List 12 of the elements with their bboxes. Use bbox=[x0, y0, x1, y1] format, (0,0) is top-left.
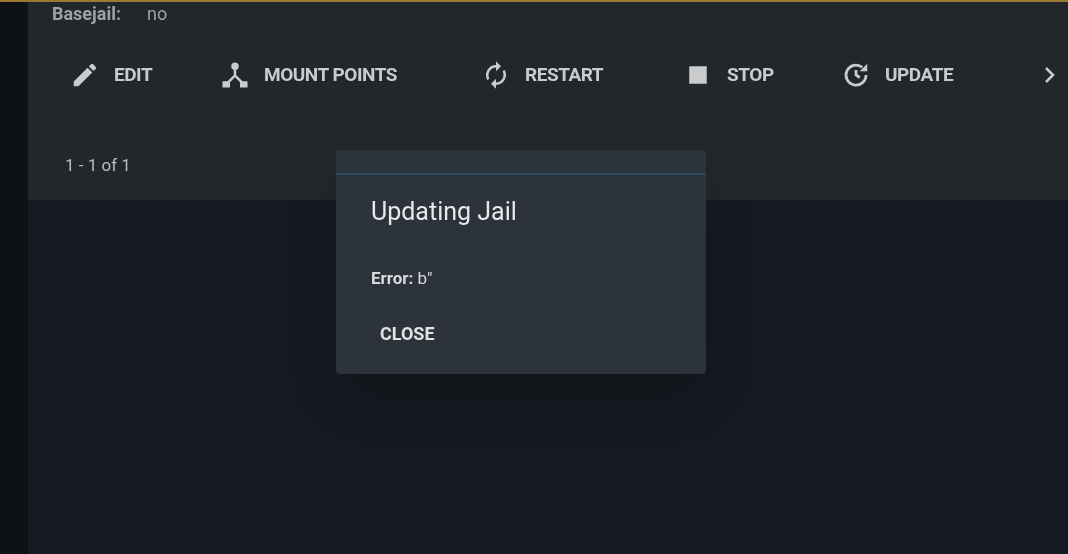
toolbar-button[interactable]: MOUNT POINTS bbox=[220, 60, 398, 90]
detail-label: Basejail: bbox=[52, 3, 121, 25]
dialog-title: Updating Jail bbox=[371, 197, 517, 226]
branch-nodes-icon bbox=[220, 60, 250, 90]
pagination-text: 1 - 1 of 1 bbox=[65, 155, 131, 175]
toolbar-button[interactable]: STOP bbox=[683, 60, 774, 90]
toolbar-button[interactable]: EDIT bbox=[70, 60, 153, 90]
toolbar-button[interactable]: UPDATE bbox=[841, 60, 954, 90]
close-button[interactable]: CLOSE bbox=[364, 314, 451, 353]
detail-value: no bbox=[147, 3, 168, 25]
error-message: Error: b" bbox=[371, 267, 433, 288]
toolbar-button[interactable]: RESTART bbox=[481, 60, 604, 90]
